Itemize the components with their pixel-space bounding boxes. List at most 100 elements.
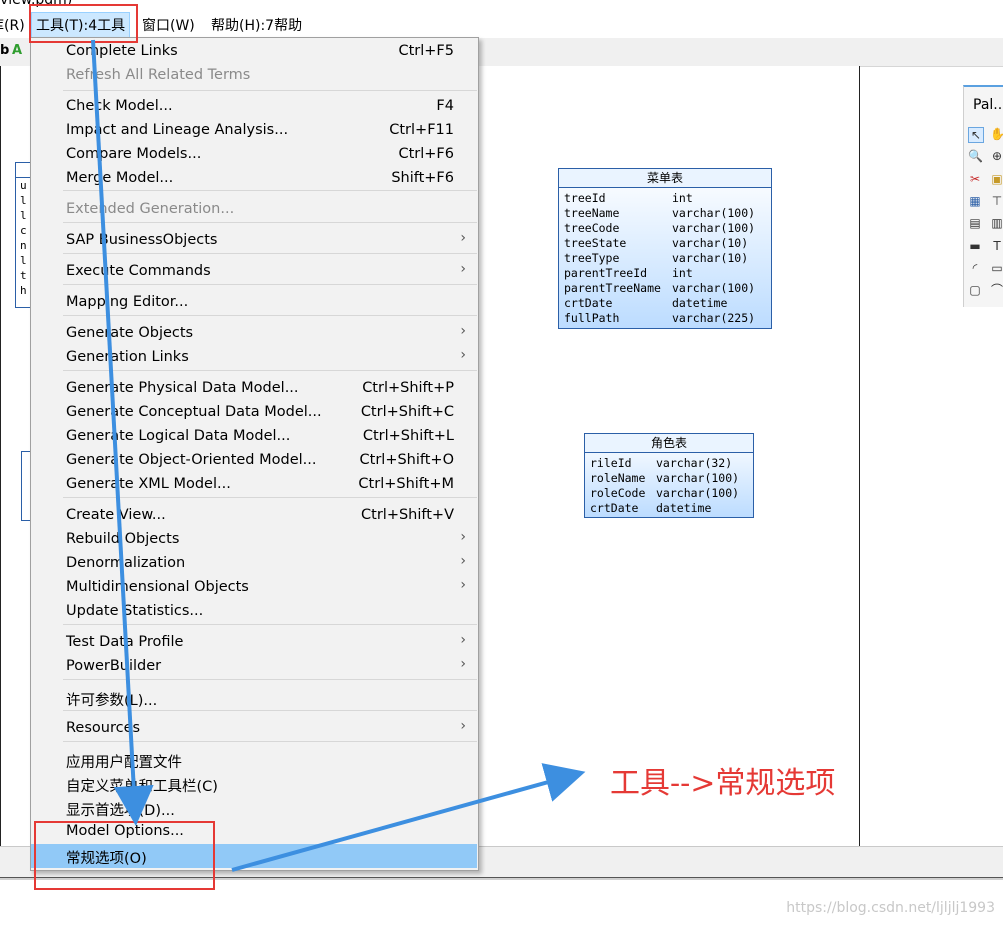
menu-item[interactable]: SAP BusinessObjects › [31, 229, 477, 253]
submenu-arrow-icon: › [460, 261, 466, 277]
text-icon[interactable]: T [990, 239, 1003, 253]
menu-item[interactable]: Execute Commands › [31, 260, 477, 284]
entity-menu-table[interactable]: 菜单表 treeId int treeName varchar(100) treeCod… [558, 168, 772, 329]
menu-item-label: Complete Links [66, 43, 178, 59]
submenu-arrow-icon: › [460, 632, 466, 648]
menu-separator [63, 222, 477, 223]
menu-item[interactable]: Impact and Lineage Analysis... Ctrl+F11 [31, 119, 477, 143]
menubar-item-window[interactable]: 窗口(W) [142, 15, 195, 35]
column-name: crtDate [590, 501, 639, 515]
menu-item[interactable]: Merge Model... Shift+F6 [31, 167, 477, 191]
rounded-rect-icon[interactable]: ▢ [968, 283, 982, 297]
entity-column-row: treeName varchar(100) [564, 206, 766, 221]
submenu-arrow-icon: › [460, 529, 466, 545]
menu-item[interactable]: Multidimensional Objects › [31, 576, 477, 600]
menu-item[interactable]: Update Statistics... [31, 600, 477, 624]
column-type: varchar(100) [672, 206, 756, 220]
menu-item-shortcut: Ctrl+Shift+V [361, 507, 454, 523]
entity-column-row: crtDate datetime [564, 296, 766, 311]
menu-item[interactable]: Rebuild Objects › [31, 528, 477, 552]
highlight-box-tools-menu [29, 4, 138, 43]
entity-column-row: treeId int [564, 191, 766, 206]
menu-item[interactable]: Generate XML Model... Ctrl+Shift+M [31, 473, 477, 497]
menu-item-label: Generate Objects [66, 325, 194, 341]
pointer-icon[interactable]: ↖ [968, 127, 984, 143]
entity-column-row: treeState varchar(10) [564, 236, 766, 251]
toolbar-text-icon[interactable]: A [12, 43, 22, 58]
column-name: fullPath [564, 311, 620, 325]
menu-item[interactable]: 应用用户配置文件 [31, 748, 477, 772]
menu-item-shortcut: Ctrl+Shift+L [362, 428, 454, 444]
menu-item-label: Impact and Lineage Analysis... [66, 122, 289, 138]
toolbar-icon-b[interactable]: b [0, 43, 9, 58]
menu-item-shortcut: Ctrl+Shift+P [362, 380, 454, 396]
menu-item[interactable]: Generate Physical Data Model... Ctrl+Shif… [31, 377, 477, 401]
menu-item: Refresh All Related Terms [31, 64, 477, 88]
arc-icon[interactable]: ◜ [968, 261, 982, 275]
menu-item-label: Compare Models... [66, 146, 202, 162]
entity-column-row: rileId varchar(32) [590, 456, 748, 471]
hand-icon[interactable]: ✋ [990, 127, 1003, 141]
zoom-in-icon[interactable]: ⊕ [990, 149, 1003, 163]
package-icon[interactable]: ▣ [990, 172, 1003, 186]
menu-item[interactable]: PowerBuilder › [31, 655, 477, 679]
column-type: varchar(32) [656, 456, 733, 470]
menu-item[interactable]: Resources › [31, 717, 477, 741]
menu-separator [63, 741, 477, 742]
rectangle-icon[interactable]: ▭ [990, 261, 1003, 275]
menu-item-label: Update Statistics... [66, 603, 204, 619]
menu-item[interactable]: Generate Object-Oriented Model... Ctrl+Sh… [31, 449, 477, 473]
menu-item[interactable]: 自定义菜单和工具栏(C) [31, 772, 477, 796]
menubar-item-help[interactable]: 帮助(H):7帮助 [211, 15, 302, 35]
table-icon[interactable]: ▦ [968, 194, 982, 208]
submenu-arrow-icon: › [460, 577, 466, 593]
menu-item[interactable]: Denormalization › [31, 552, 477, 576]
entity-column-row: fullPath varchar(225) [564, 311, 766, 326]
menu-item[interactable]: Generate Conceptual Data Model... Ctrl+Sh… [31, 401, 477, 425]
column-type: datetime [672, 296, 728, 310]
menu-item[interactable]: Complete Links Ctrl+F5 [31, 40, 477, 64]
menu-item[interactable]: Generate Objects › [31, 322, 477, 346]
entity-role-table[interactable]: 角色表 rileId varchar(32) roleName varchar(100… [584, 433, 754, 518]
submenu-arrow-icon: › [460, 347, 466, 363]
column-name: parentTreeName [564, 281, 661, 295]
menu-item[interactable]: 显示首选项(D)... [31, 796, 477, 820]
reference-icon[interactable]: ⊤ [990, 194, 1003, 208]
menu-item[interactable]: Test Data Profile › [31, 631, 477, 655]
palette-panel: Pal... ↖ ✋ 🔍 ⊕ ✂ ▣ ▦ ⊤ ▤ ▥ ▬ T ◜ ▭ ▢ ⌒ [963, 85, 1003, 307]
menu-item-label: 自定义菜单和工具栏(C) [66, 779, 218, 795]
menu-item-label: Merge Model... [66, 170, 174, 186]
column-name: roleName [590, 471, 646, 485]
menu-item[interactable]: Compare Models... Ctrl+F6 [31, 143, 477, 167]
menu-item[interactable]: Mapping Editor... [31, 291, 477, 315]
view-icon[interactable]: ▤ [968, 216, 982, 230]
column-name: crtDate [564, 296, 613, 310]
menu-item-label: Test Data Profile [66, 634, 184, 650]
zoom-icon[interactable]: 🔍 [968, 149, 983, 163]
entity-column-row: roleCode varchar(100) [590, 486, 748, 501]
menu-separator [63, 315, 477, 316]
menubar-item-library[interactable]: 库(R) [0, 15, 25, 35]
menu-item[interactable]: Create View... Ctrl+Shift+V [31, 504, 477, 528]
menu-separator [63, 253, 477, 254]
cut-icon[interactable]: ✂ [968, 172, 982, 186]
menu-item[interactable]: Check Model... F4 [31, 95, 477, 119]
entity-column-row: roleName varchar(100) [590, 471, 748, 486]
menu-item[interactable]: 许可参数(L)... [31, 686, 477, 710]
submenu-arrow-icon: › [460, 230, 466, 246]
menu-item-label: Generate XML Model... [66, 476, 231, 492]
menu-item[interactable]: Generation Links › [31, 346, 477, 370]
menu-item-label: Execute Commands [66, 263, 211, 279]
procedure-icon[interactable]: ▥ [990, 216, 1003, 230]
column-name: treeId [564, 191, 606, 205]
link-icon[interactable]: ▬ [968, 239, 982, 253]
menu-item-label: Resources [66, 720, 141, 736]
menu-item-shortcut: Ctrl+Shift+O [359, 452, 454, 468]
menu-item-label: Check Model... [66, 98, 173, 114]
menu-item-label: Rebuild Objects [66, 531, 180, 547]
menu-item[interactable]: Generate Logical Data Model... Ctrl+Shift… [31, 425, 477, 449]
menu-item-label: Generate Physical Data Model... [66, 380, 299, 396]
polyline-icon[interactable]: ⌒ [990, 283, 1003, 297]
menu-bar: 库(R) 工具(T):4工具 窗口(W) 帮助(H):7帮助 [0, 10, 1003, 38]
menu-item-label: Generate Object-Oriented Model... [66, 452, 317, 468]
